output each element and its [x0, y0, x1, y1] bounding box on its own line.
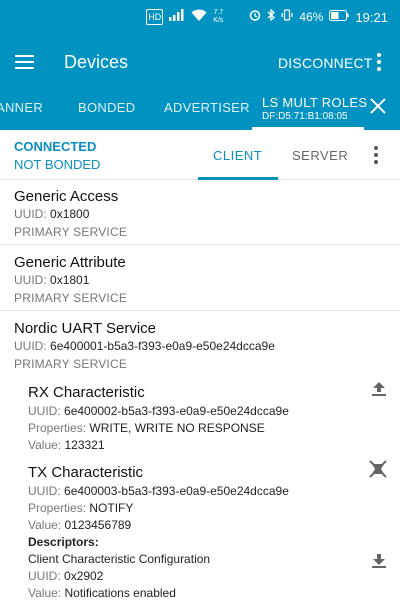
descriptors-heading: Descriptors: [28, 535, 99, 549]
service-item[interactable]: Generic Attribute UUID: 0x1801 PRIMARY S… [0, 245, 400, 311]
characteristic-properties-row: Properties: WRITE, WRITE NO RESPONSE [28, 421, 265, 435]
tab-device[interactable]: LS MULT ROLES [262, 95, 367, 110]
service-item[interactable]: Nordic UART Service UUID: 6e400001-b5a3-… [0, 311, 400, 614]
battery-icon [329, 9, 349, 25]
overflow-menu-icon[interactable] [376, 53, 382, 71]
app-bar: Devices DISCONNECT [0, 40, 400, 86]
characteristic-properties: WRITE, WRITE NO RESPONSE [89, 421, 265, 435]
notifications-off-icon[interactable] [368, 459, 388, 479]
descriptor-uuid-row: UUID: 0x2902 [28, 569, 103, 583]
characteristic-properties: NOTIFY [89, 501, 134, 515]
bond-state: NOT BONDED [14, 157, 101, 172]
connection-bar: CONNECTED NOT BONDED CLIENT SERVER [0, 130, 400, 180]
properties-label: Properties: [28, 421, 87, 435]
value-label: Value: [28, 586, 62, 600]
service-uuid: 6e400001-b5a3-f393-e0a9-e50e24dcca9e [50, 339, 275, 353]
cellular-signal-icon [169, 9, 185, 25]
page-title: Devices [64, 52, 129, 72]
network-speed-value: 7.7 [213, 9, 224, 16]
properties-label: Properties: [28, 501, 87, 515]
uuid-label: UUID: [14, 273, 47, 287]
wifi-icon [191, 9, 207, 25]
connection-state: CONNECTED [14, 139, 97, 154]
close-icon[interactable] [369, 97, 387, 115]
service-name: Generic Access [14, 188, 119, 205]
bluetooth-icon [267, 8, 276, 25]
characteristic-uuid-row: UUID: 6e400003-b5a3-f393-e0a9-e50e24dcca… [28, 484, 289, 498]
status-bar: HD 7.7 K/s 46% 19:21 [0, 0, 400, 40]
upload-icon[interactable] [369, 379, 389, 399]
connection-overflow-icon[interactable] [373, 146, 379, 164]
service-name: Generic Attribute [14, 254, 126, 271]
characteristic-name: RX Characteristic [28, 384, 145, 401]
characteristic-value: 123321 [64, 438, 105, 452]
descriptor-uuid: 0x2902 [64, 569, 104, 583]
uuid-label: UUID: [14, 339, 47, 353]
hamburger-menu-icon[interactable] [15, 55, 34, 69]
descriptor-value: Notifications enabled [64, 586, 176, 600]
uuid-label: UUID: [28, 404, 61, 418]
characteristic-value: 0123456789 [64, 518, 132, 532]
value-label: Value: [28, 518, 62, 532]
tab-server[interactable]: SERVER [292, 148, 348, 163]
service-uuid-row: UUID: 0x1801 [14, 273, 89, 287]
characteristic-value-row: Value: 123321 [28, 438, 105, 452]
tab-scanner[interactable]: ANNER [0, 100, 43, 115]
device-tabs: ANNER BONDED ADVERTISER LS MULT ROLES DF… [0, 86, 400, 130]
service-type: PRIMARY SERVICE [14, 291, 128, 305]
service-type: PRIMARY SERVICE [14, 225, 128, 239]
characteristic-value-row: Value: 0123456789 [28, 518, 131, 532]
characteristic-properties-row: Properties: NOTIFY [28, 501, 133, 515]
alarm-icon [249, 9, 261, 25]
service-uuid: 0x1800 [50, 207, 90, 221]
uuid-label: UUID: [14, 207, 47, 221]
tab-bonded[interactable]: BONDED [78, 100, 135, 115]
battery-percentage: 46% [299, 10, 324, 24]
service-name: Nordic UART Service [14, 320, 156, 337]
descriptor-name: Client Characteristic Configuration [28, 552, 211, 566]
device-address: DF:D5:71:B1:08:05 [262, 111, 348, 122]
value-label: Value: [28, 438, 62, 452]
characteristic-uuid-row: UUID: 6e400002-b5a3-f393-e0a9-e50e24dcca… [28, 404, 289, 418]
hd-badge: HD [146, 9, 164, 25]
tab-client[interactable]: CLIENT [213, 148, 262, 163]
vibrate-icon [281, 9, 294, 25]
network-speed: 7.7 K/s [213, 9, 223, 25]
service-uuid-row: UUID: 6e400001-b5a3-f393-e0a9-e50e24dcca… [14, 339, 275, 353]
characteristic-uuid: 6e400002-b5a3-f393-e0a9-e50e24dcca9e [64, 404, 289, 418]
tab-advertiser[interactable]: ADVERTISER [164, 100, 250, 115]
service-uuid: 0x1801 [50, 273, 90, 287]
disconnect-button[interactable]: DISCONNECT [278, 55, 373, 71]
uuid-label: UUID: [28, 484, 61, 498]
descriptor-value-row: Value: Notifications enabled [28, 586, 176, 600]
characteristic-name: TX Characteristic [28, 464, 144, 481]
download-icon[interactable] [369, 551, 389, 571]
service-item[interactable]: Generic Access UUID: 0x1800 PRIMARY SERV… [0, 180, 400, 245]
characteristic-uuid: 6e400003-b5a3-f393-e0a9-e50e24dcca9e [64, 484, 289, 498]
service-uuid-row: UUID: 0x1800 [14, 207, 89, 221]
uuid-label: UUID: [28, 569, 61, 583]
service-type: PRIMARY SERVICE [14, 357, 128, 371]
network-speed-unit: K/s [213, 17, 224, 24]
clock: 19:21 [355, 9, 388, 25]
